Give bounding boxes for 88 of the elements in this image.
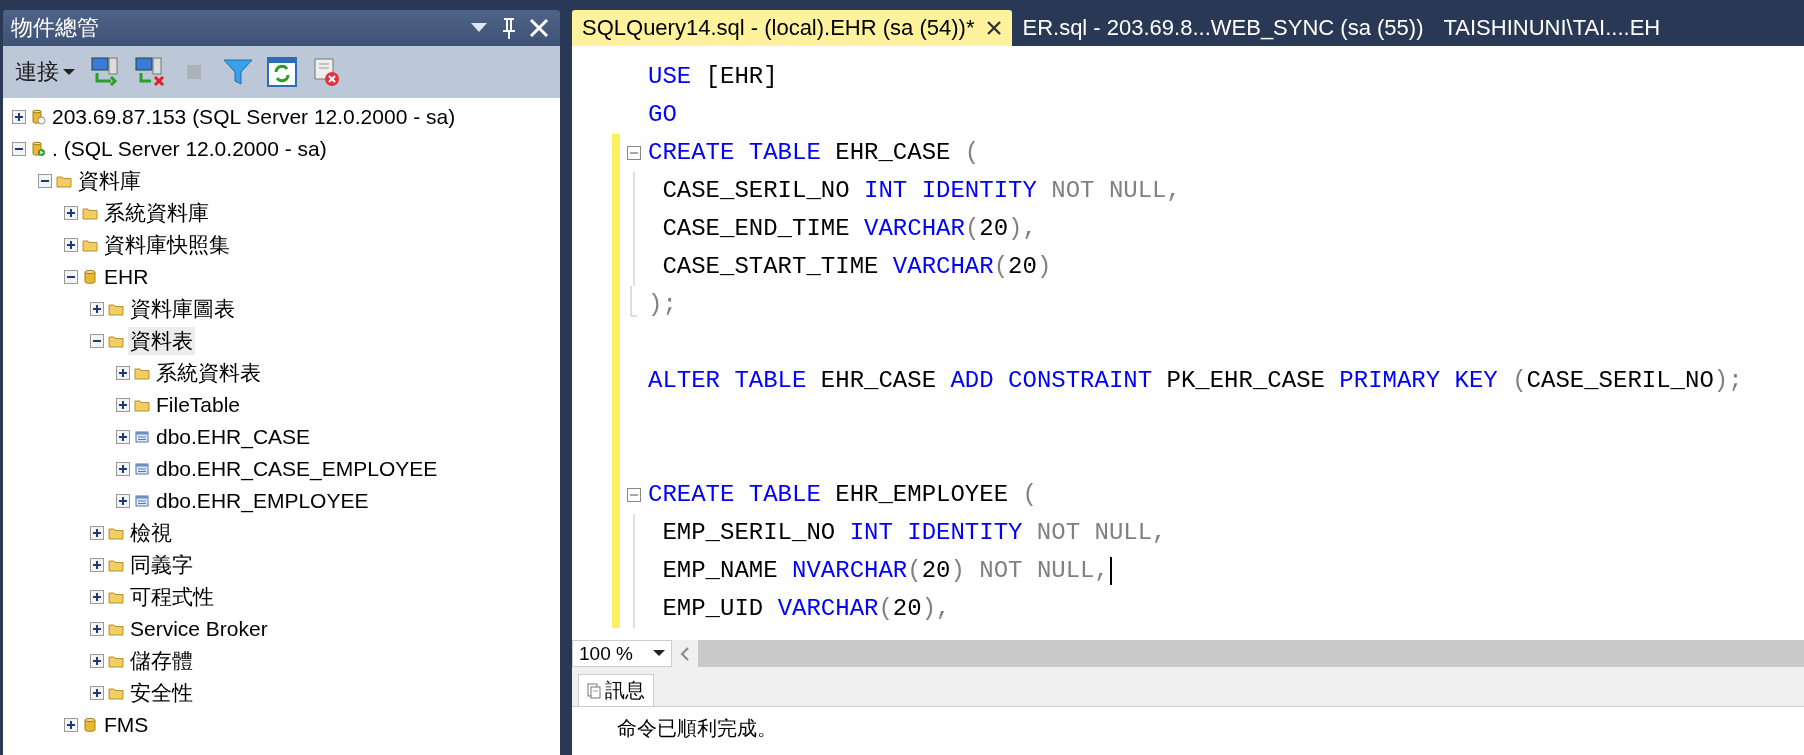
code-line: EMP_UID VARCHAR(20), xyxy=(661,594,951,624)
message-icon xyxy=(587,682,601,699)
result-message: 命令已順利完成。 xyxy=(616,716,778,741)
tree-item[interactable]: 資料庫快照集 xyxy=(102,231,232,259)
tree-item[interactable]: 資料表 xyxy=(128,327,195,355)
folder-icon xyxy=(108,685,124,701)
refresh-icon[interactable] xyxy=(265,55,299,89)
panel-title: 物件總管 xyxy=(11,14,100,42)
folder-icon xyxy=(108,333,124,349)
folder-icon xyxy=(108,557,124,573)
tree-item[interactable]: FMS xyxy=(102,713,151,737)
expand-icon[interactable] xyxy=(90,622,104,636)
code-line: CREATE TABLE EHR_EMPLOYEE ( xyxy=(648,480,1037,510)
expand-icon[interactable] xyxy=(12,110,26,124)
tree-item[interactable]: 系統資料庫 xyxy=(102,199,211,227)
close-icon[interactable] xyxy=(986,20,1003,36)
expand-icon[interactable] xyxy=(90,654,104,668)
folder-icon xyxy=(108,525,124,541)
folder-icon xyxy=(134,365,150,381)
code-line: USE [EHR] xyxy=(648,62,778,92)
expand-icon[interactable] xyxy=(90,558,104,572)
table-icon xyxy=(134,461,150,477)
tree-item[interactable]: 系統資料表 xyxy=(154,359,263,387)
tree-item[interactable]: EHR xyxy=(102,265,151,289)
tree-item[interactable]: dbo.EHR_CASE_EMPLOYEE xyxy=(154,457,440,481)
caret-icon[interactable] xyxy=(63,68,75,76)
expand-icon[interactable] xyxy=(64,206,78,220)
scroll-left-button[interactable] xyxy=(672,640,698,667)
folder-icon xyxy=(134,397,150,413)
tree-item[interactable]: 檢視 xyxy=(128,519,174,547)
tree-item[interactable]: 資料庫 xyxy=(76,167,143,195)
expand-icon[interactable] xyxy=(116,494,130,508)
expand-icon[interactable] xyxy=(64,718,78,732)
tree-item[interactable]: . (SQL Server 12.0.2000 - sa) xyxy=(50,137,329,161)
expand-icon[interactable] xyxy=(90,590,104,604)
expand-icon[interactable] xyxy=(116,366,130,380)
folder-icon xyxy=(82,205,98,221)
tree-item[interactable]: 儲存體 xyxy=(128,647,195,675)
tree-item[interactable]: 203.69.87.153 (SQL Server 12.0.2000 - sa) xyxy=(50,105,458,129)
code-line: CASE_SERIL_NO INT IDENTITY NOT NULL, xyxy=(661,176,1181,206)
tree-item[interactable]: dbo.EHR_EMPLOYEE xyxy=(154,489,371,513)
results-tab[interactable]: 訊息 xyxy=(578,674,654,706)
chevron-left-icon[interactable] xyxy=(680,645,690,662)
editor-tab[interactable]: TAISHINUNI\TAI....EH xyxy=(1433,10,1671,46)
expand-icon[interactable] xyxy=(90,302,104,316)
folder-icon xyxy=(56,173,72,189)
code-line: ); xyxy=(648,290,677,320)
tree-item[interactable]: Service Broker xyxy=(128,617,270,641)
server-icon xyxy=(30,141,46,157)
tree-item[interactable]: 資料庫圖表 xyxy=(128,295,237,323)
collapse-icon[interactable] xyxy=(12,142,26,156)
code-line: CREATE TABLE EHR_CASE ( xyxy=(648,138,980,168)
tree-item[interactable]: dbo.EHR_CASE xyxy=(154,425,313,449)
folder-icon xyxy=(108,589,124,605)
zoom-combo[interactable]: 100 % xyxy=(572,640,672,667)
caret-icon[interactable] xyxy=(653,650,665,657)
code-line: EMP_SERIL_NO INT IDENTITY NOT NULL, xyxy=(661,518,1167,548)
expand-icon[interactable] xyxy=(116,398,130,412)
expand-icon[interactable] xyxy=(64,238,78,252)
database-icon xyxy=(82,717,98,733)
expand-icon[interactable] xyxy=(90,526,104,540)
expand-icon[interactable] xyxy=(90,686,104,700)
connect-dropdown[interactable]: 連接 xyxy=(11,57,79,87)
code-line: ALTER TABLE EHR_CASE ADD CONSTRAINT PK_EHR_CASE PRIMARY KEY (CASE_SERIL_NO); xyxy=(648,366,1743,396)
code-line: CASE_START_TIME VARCHAR(20) xyxy=(661,252,1052,282)
folder-icon xyxy=(108,301,124,317)
collapse-icon[interactable] xyxy=(64,270,78,284)
tree-item[interactable]: 安全性 xyxy=(128,679,195,707)
table-icon xyxy=(134,493,150,509)
folder-icon xyxy=(108,621,124,637)
tree-item[interactable]: FileTable xyxy=(154,393,243,417)
editor-tab[interactable]: ER.sql - 203.69.8...WEB_SYNC (sa (55)) xyxy=(1012,10,1434,46)
tree-item[interactable]: 同義字 xyxy=(128,551,195,579)
code-line: CASE_END_TIME VARCHAR(20), xyxy=(661,214,1037,244)
disconnect-icon[interactable] xyxy=(133,55,167,89)
collapse-icon[interactable] xyxy=(38,174,52,188)
expand-icon[interactable] xyxy=(116,462,130,476)
code-line: GO xyxy=(648,100,677,130)
collapse-icon[interactable] xyxy=(90,334,104,348)
server-icon xyxy=(30,109,46,125)
editor-tab[interactable]: SQLQuery14.sql - (local).EHR (sa (54))* xyxy=(572,10,1013,46)
folder-icon xyxy=(108,653,124,669)
folder-icon xyxy=(82,237,98,253)
database-icon xyxy=(82,269,98,285)
expand-icon[interactable] xyxy=(116,430,130,444)
table-icon xyxy=(134,429,150,445)
tree-item[interactable]: 可程式性 xyxy=(128,583,216,611)
code-line: EMP_NAME NVARCHAR(20) NOT NULL, xyxy=(648,552,1112,590)
